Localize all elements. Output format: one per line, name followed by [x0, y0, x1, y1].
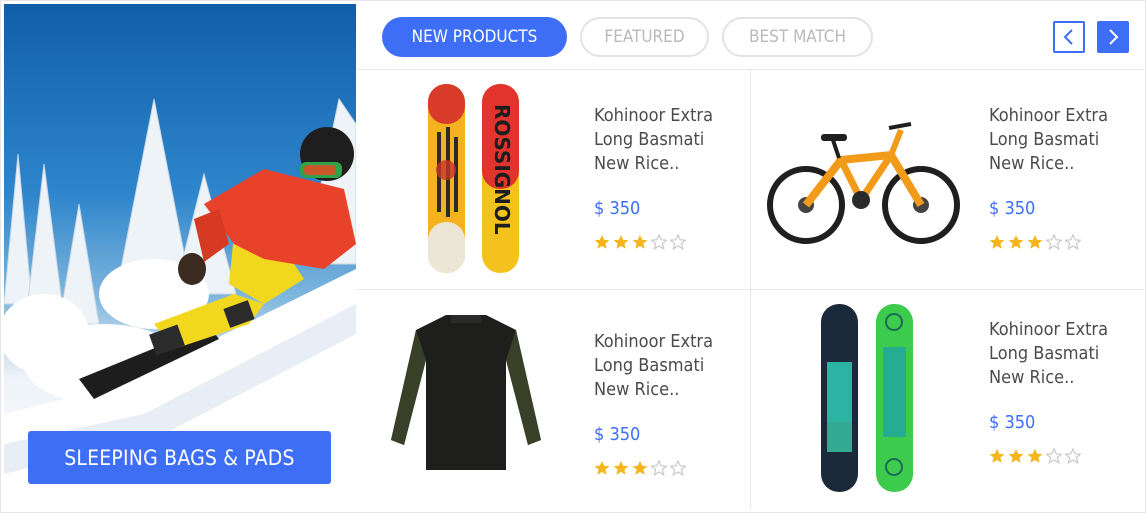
product-title-line: Kohinoor Extra	[594, 331, 713, 352]
product-title-line: Kohinoor Extra	[594, 105, 713, 126]
star-empty-icon	[1046, 234, 1062, 250]
star-filled-icon	[1008, 449, 1024, 463]
product-price: $ 350	[989, 412, 1036, 433]
product-card[interactable]: Kohinoor Extra Long Basmati New Rice.. $…	[356, 290, 750, 509]
star-filled-icon	[594, 235, 610, 249]
product-price: $ 350	[989, 198, 1036, 219]
star-empty-icon	[1065, 234, 1081, 250]
star-filled-icon	[1027, 235, 1043, 249]
rating-stars	[989, 448, 1081, 464]
product-card[interactable]: Kohinoor Extra Long Basmati New Rice.. $…	[751, 70, 1145, 289]
prev-button[interactable]	[1053, 21, 1085, 53]
product-tabs: NEW PRODUCTS FEATURED BEST MATCH	[356, 4, 1144, 70]
product-image-bike	[767, 122, 960, 244]
product-title-line: New Rice..	[594, 153, 680, 174]
star-filled-icon	[632, 235, 648, 249]
star-empty-icon	[670, 234, 686, 250]
product-title-line: New Rice..	[989, 153, 1075, 174]
product-title-line: Kohinoor Extra	[989, 105, 1108, 126]
chevron-right-icon	[1109, 29, 1119, 45]
next-button[interactable]	[1097, 21, 1129, 53]
product-title[interactable]: Kohinoor Extra Long Basmati New Rice..	[594, 104, 744, 176]
product-title-line: Long Basmati	[989, 129, 1100, 150]
star-filled-icon	[989, 235, 1005, 249]
product-price: $ 350	[594, 424, 641, 445]
promo-banner[interactable]: SLEEPING BAGS & PADS	[4, 4, 356, 509]
rating-stars	[989, 234, 1081, 250]
product-title[interactable]: Kohinoor Extra Long Basmati New Rice..	[989, 104, 1139, 176]
star-filled-icon	[632, 461, 648, 475]
product-image-green-snowboards	[821, 304, 913, 492]
svg-text:ROSSIGNOL: ROSSIGNOL	[490, 104, 514, 235]
product-title[interactable]: Kohinoor Extra Long Basmati New Rice..	[594, 330, 744, 402]
product-title-line: Long Basmati	[989, 343, 1100, 364]
star-filled-icon	[613, 235, 629, 249]
rating-stars	[594, 460, 686, 476]
star-empty-icon	[670, 460, 686, 476]
product-title-line: Kohinoor Extra	[989, 319, 1108, 340]
star-filled-icon	[613, 461, 629, 475]
product-image-snowboards: ROSSIGNOL	[428, 84, 519, 273]
tab-new-products[interactable]: NEW PRODUCTS	[382, 17, 567, 57]
product-title-line: New Rice..	[594, 379, 680, 400]
star-filled-icon	[1008, 235, 1024, 249]
star-empty-icon	[651, 234, 667, 250]
product-card[interactable]: Kohinoor Extra Long Basmati New Rice.. $…	[751, 290, 1145, 509]
tab-featured[interactable]: FEATURED	[580, 17, 709, 57]
chevron-left-icon	[1063, 29, 1073, 45]
product-card[interactable]: ROSSIGNOL Kohinoor Extra Long Basmati Ne…	[356, 70, 750, 289]
product-title-line: New Rice..	[989, 367, 1075, 388]
product-title-line: Long Basmati	[594, 355, 705, 376]
product-title[interactable]: Kohinoor Extra Long Basmati New Rice..	[989, 318, 1139, 390]
star-empty-icon	[1046, 448, 1062, 464]
tab-best-match[interactable]: BEST MATCH	[722, 17, 873, 57]
product-title-line: Long Basmati	[594, 129, 705, 150]
rating-stars	[594, 234, 686, 250]
star-empty-icon	[1065, 448, 1081, 464]
star-empty-icon	[651, 460, 667, 476]
star-filled-icon	[1027, 449, 1043, 463]
product-panel: NEW PRODUCTS FEATURED BEST MATCH ROSSIGN…	[356, 4, 1144, 509]
sleeping-bags-button[interactable]: SLEEPING BAGS & PADS	[28, 431, 331, 484]
star-filled-icon	[594, 461, 610, 475]
product-price: $ 350	[594, 198, 641, 219]
product-image-wetsuit	[391, 315, 541, 470]
star-filled-icon	[989, 449, 1005, 463]
